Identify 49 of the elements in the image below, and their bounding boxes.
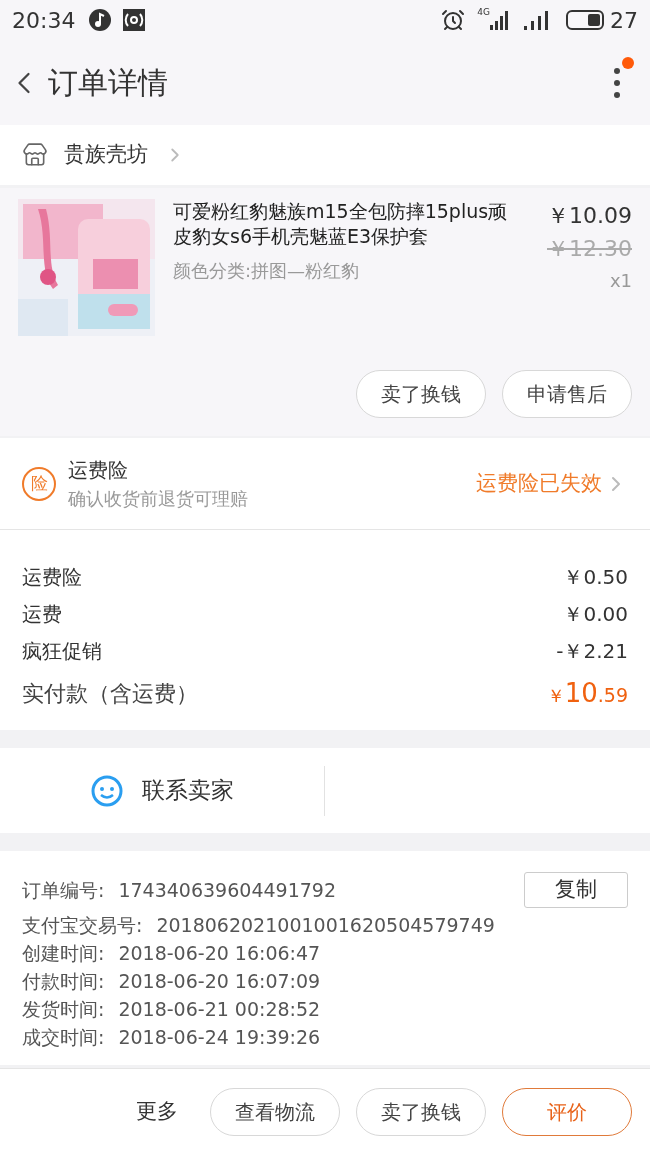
fee-label: 疯狂促销 xyxy=(22,637,102,665)
battery-icon xyxy=(566,10,604,30)
product-title: 可爱粉红豹魅族m15全包防摔15plus顽皮豹女s6手机壳魅蓝E3保护套 xyxy=(173,199,509,249)
quantity: x1 xyxy=(609,269,632,293)
info-value: 2018-06-20 16:06:47 xyxy=(118,940,321,966)
fee-label: 运费 xyxy=(22,600,62,628)
info-value: 2018-06-24 19:39:26 xyxy=(118,1024,321,1050)
info-value: 2018-06-20 16:07:09 xyxy=(118,968,321,994)
shop-row[interactable]: 贵族壳坊 xyxy=(0,125,650,185)
action-button[interactable]: 卖了换钱 xyxy=(356,370,486,418)
chat-face-icon xyxy=(90,773,124,808)
info-label: 订单编号: xyxy=(22,877,105,903)
info-label: 发货时间: xyxy=(22,996,105,1022)
action-button[interactable]: 查看物流 xyxy=(210,1088,340,1136)
signal-icon xyxy=(490,10,510,30)
insurance-badge: 险 xyxy=(22,466,56,501)
network-type: 4G xyxy=(477,6,490,19)
info-label: 付款时间: xyxy=(22,968,105,994)
status-time: 20:34 xyxy=(12,6,76,35)
product-variant: 颜色分类:拼图—粉红豹 xyxy=(173,259,361,283)
action-button[interactable]: 卖了换钱 xyxy=(356,1088,486,1136)
insurance-title: 运费险 xyxy=(68,457,129,484)
copy-button[interactable]: 复制 xyxy=(524,872,628,908)
info-value: 2018-06-21 00:28:52 xyxy=(118,996,321,1022)
total-amount: ￥10.59 xyxy=(546,676,628,710)
shop-name: 贵族壳坊 xyxy=(64,141,148,169)
fee-value: ￥0.50 xyxy=(563,563,628,591)
info-label: 创建时间: xyxy=(22,940,105,966)
insurance-status: 运费险已失效 xyxy=(476,469,602,497)
info-value: 174340639604491792 xyxy=(118,877,336,903)
fee-value: -￥2.21 xyxy=(556,637,628,665)
info-label: 成交时间: xyxy=(22,1024,105,1050)
price: ￥10.09 xyxy=(547,202,632,230)
alarm-icon xyxy=(441,8,466,32)
info-value: 2018062021001001620504579749 xyxy=(156,912,495,938)
fee-label: 运费险 xyxy=(22,563,82,591)
battery-percent: 27 xyxy=(610,6,638,35)
insurance-row[interactable]: 险 运费险 确认收货前退货可理赔 运费险已失效 xyxy=(0,438,650,530)
original-price: ￥12.30 xyxy=(547,235,632,263)
insurance-subtitle: 确认收货前退货可理赔 xyxy=(68,487,248,511)
store-icon xyxy=(22,142,48,168)
music-note-icon xyxy=(89,9,112,31)
total-label: 实付款（含运费） xyxy=(22,679,198,708)
hotspot-icon xyxy=(123,9,146,31)
fee-value: ￥0.00 xyxy=(563,600,628,628)
info-label: 支付宝交易号: xyxy=(22,912,143,938)
page-title: 订单详情 xyxy=(48,64,168,102)
action-button[interactable]: 申请售后 xyxy=(502,370,632,418)
more-link[interactable]: 更多 xyxy=(136,1096,178,1128)
